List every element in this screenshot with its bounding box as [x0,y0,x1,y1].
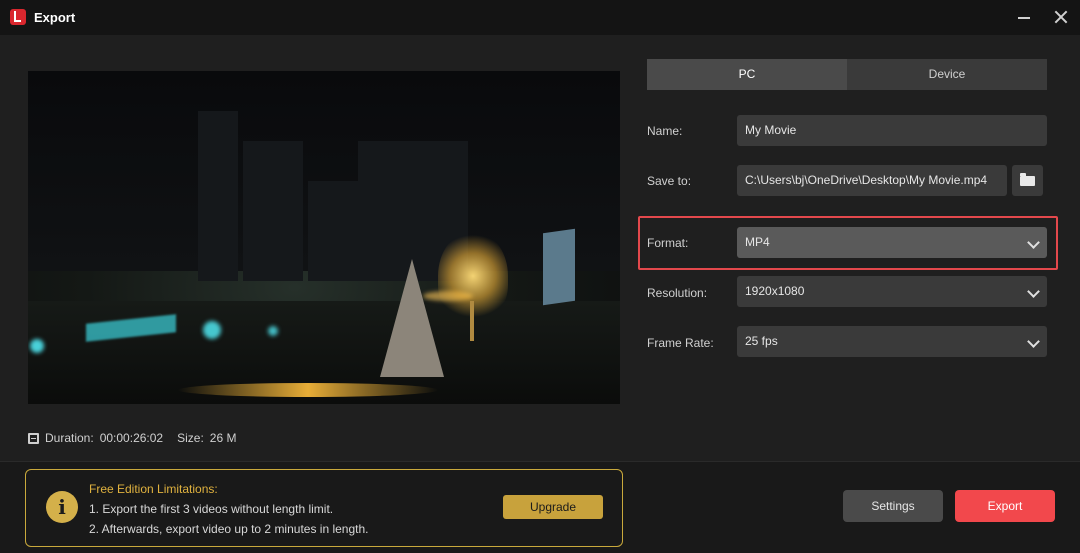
settings-button[interactable]: Settings [843,490,943,522]
duration-value: 00:00:26:02 [99,431,164,445]
format-label: Format: [647,236,689,250]
folder-icon [1020,173,1035,186]
export-button[interactable]: Export [955,490,1055,522]
frame-rate-value: 25 fps [745,334,778,348]
duration-label: Duration: [45,431,94,445]
size-label: Size: [177,431,204,445]
close-button[interactable] [1049,6,1073,28]
info-icon: i [46,491,78,523]
bottom-bar: i Free Edition Limitations: 1. Export th… [0,461,1080,553]
title-bar: Export [0,0,1080,35]
video-preview [28,71,620,404]
tab-pc[interactable]: PC [647,59,847,90]
preview-info: Duration: 00:00:26:02 Size: 26 M [28,430,236,446]
resolution-label: Resolution: [647,286,708,300]
name-input[interactable]: My Movie [737,115,1047,146]
limitation-line-1: 1. Export the first 3 videos without len… [89,502,334,516]
chevron-down-icon [1027,285,1040,298]
save-to-label: Save to: [647,174,692,188]
format-value: MP4 [745,235,770,249]
app-logo-icon [10,9,26,25]
minimize-icon [1018,17,1030,19]
frame-rate-label: Frame Rate: [647,336,714,350]
minimize-button[interactable] [1012,6,1036,28]
frame-rate-select[interactable]: 25 fps [737,326,1047,357]
upgrade-button[interactable]: Upgrade [503,495,603,519]
film-icon [28,432,39,444]
browse-folder-button[interactable] [1012,165,1043,196]
size-value: 26 M [209,431,237,445]
limitations-title: Free Edition Limitations: [89,482,218,496]
resolution-select[interactable]: 1920x1080 [737,276,1047,307]
export-window: Export Duration: 00:00:26:02 Size: 26 M … [0,0,1080,553]
save-path-input[interactable]: C:\Users\bj\OneDrive\Desktop\My Movie.mp… [737,165,1007,196]
chevron-down-icon [1027,236,1040,249]
tab-device[interactable]: Device [847,59,1047,90]
format-select[interactable]: MP4 [737,227,1047,258]
export-target-tabs: PC Device [647,59,1047,90]
resolution-value: 1920x1080 [745,284,805,298]
free-edition-limitations: i Free Edition Limitations: 1. Export th… [25,469,623,547]
chevron-down-icon [1027,335,1040,348]
window-title: Export [34,10,76,25]
limitation-line-2: 2. Afterwards, export video up to 2 minu… [89,522,369,536]
name-label: Name: [647,124,683,138]
